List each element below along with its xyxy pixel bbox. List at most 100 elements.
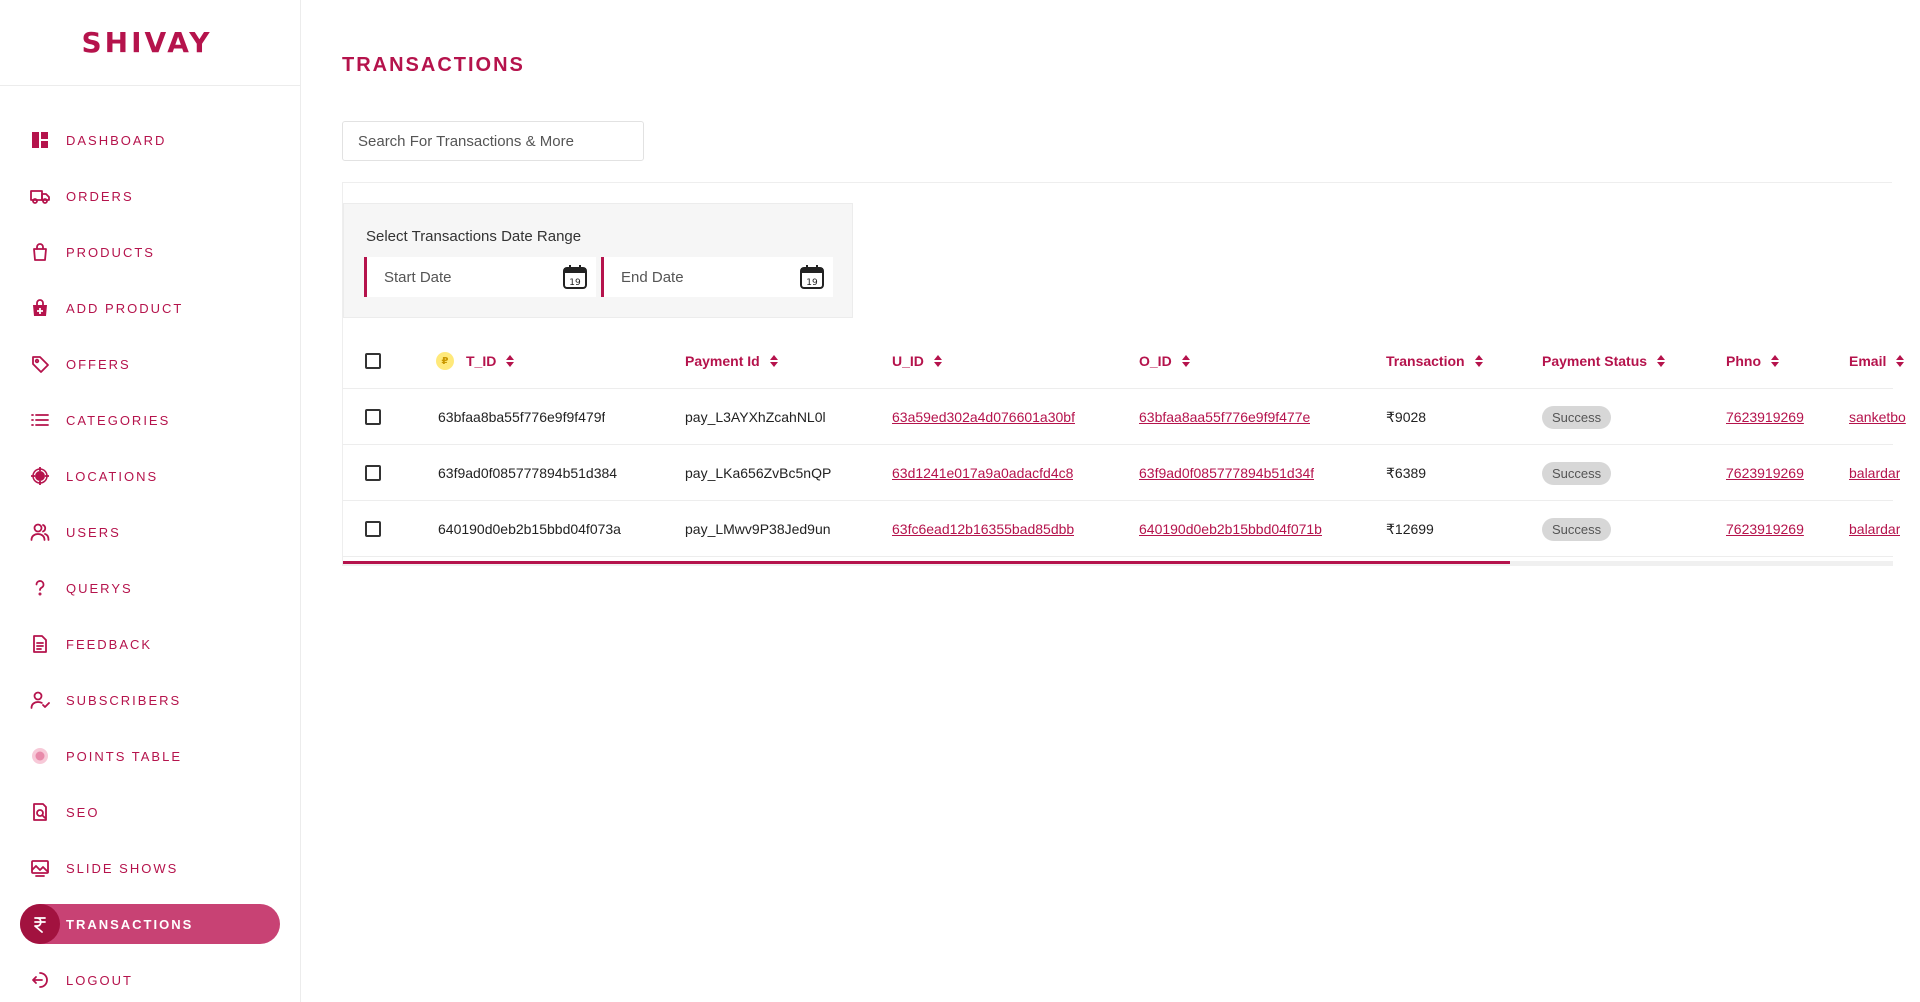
cell-amount: ₹9028 [1386, 389, 1426, 445]
o-id-link[interactable]: 63bfaa8aa55f776e9f9f477e [1139, 409, 1310, 425]
cell-payment-id: pay_LKa656ZvBc5nQP [685, 445, 831, 501]
status-badge: Success [1542, 461, 1612, 485]
email-link[interactable]: balardar [1849, 465, 1900, 481]
start-date-field[interactable]: Start Date 19 [364, 257, 596, 297]
row-checkbox[interactable] [365, 521, 381, 537]
sidebar-item-label: ADD PRODUCT [66, 300, 184, 316]
o-id-link[interactable]: 63f9ad0f085777894b51d34f [1139, 465, 1314, 481]
email-link[interactable]: sanketbo [1849, 409, 1906, 425]
sidebar-item-label: SLIDE SHOWS [66, 860, 179, 876]
column-header-label: Payment Id [685, 353, 760, 369]
sidebar-item-label: QUERYS [66, 580, 133, 596]
cell-phno: 7623919269 [1726, 501, 1804, 557]
sidebar-item-slide-shows[interactable]: SLIDE SHOWS [20, 848, 280, 888]
column-header-t-id[interactable]: ₽ T_ID [436, 333, 515, 389]
sort-icon[interactable] [933, 355, 942, 367]
shopping-bag-icon [20, 232, 60, 272]
cell-phno: 7623919269 [1726, 445, 1804, 501]
column-header-u-id[interactable]: U_ID [892, 333, 942, 389]
phno-link[interactable]: 7623919269 [1726, 465, 1804, 481]
sidebar-item-label: POINTS TABLE [66, 748, 182, 764]
column-header-payment-status[interactable]: Payment Status [1542, 333, 1666, 389]
amount-text: ₹9028 [1386, 408, 1427, 425]
column-header-email[interactable]: Email [1849, 333, 1905, 389]
u-id-link[interactable]: 63d1241e017a9a0adacfd4c8 [892, 465, 1073, 481]
search-input[interactable] [342, 121, 644, 161]
row-checkbox[interactable] [365, 465, 381, 481]
sort-icon[interactable] [1657, 355, 1666, 367]
column-header-o-id[interactable]: O_ID [1139, 333, 1190, 389]
email-link[interactable]: balardar [1849, 521, 1900, 537]
end-date-placeholder: End Date [621, 268, 684, 286]
select-all-checkbox[interactable] [365, 353, 381, 369]
sidebar-item-users[interactable]: USERS [20, 512, 280, 552]
sidebar-item-transactions[interactable]: TRANSACTIONS [20, 904, 280, 944]
column-header-label: T_ID [466, 353, 497, 369]
row-checkbox[interactable] [365, 409, 381, 425]
cell-payment-id: pay_L3AYXhZcahNL0l [685, 389, 826, 445]
phno-link[interactable]: 7623919269 [1726, 409, 1804, 425]
status-badge: Success [1542, 405, 1612, 429]
horizontal-scrollbar[interactable] [343, 561, 1893, 566]
app-root: SHIVAY DASHBOARD ORDERS PRODUCTS ADD PRODUC… [0, 0, 1920, 1002]
sidebar-item-points-table[interactable]: POINTS TABLE [20, 736, 280, 776]
sort-icon[interactable] [1181, 355, 1190, 367]
brand-logo[interactable]: SHIVAY [81, 26, 212, 59]
calendar-day-text: 19 [569, 278, 581, 288]
sidebar-item-querys[interactable]: QUERYS [20, 568, 280, 608]
cell-t-id: 640190d0eb2b15bbd04f073a [438, 501, 621, 557]
sort-icon[interactable] [1771, 355, 1779, 367]
u-id-link[interactable]: 63a59ed302a4d076601a30bf [892, 409, 1075, 425]
sort-icon[interactable] [1896, 355, 1905, 367]
sidebar-item-add-product[interactable]: ADD PRODUCT [20, 288, 280, 328]
page-title: TRANSACTIONS [342, 54, 525, 76]
table-header-row: ₽ T_ID Payment Id U_ID O_ID Transaction Paymen… [343, 333, 1905, 389]
sort-icon[interactable] [769, 355, 778, 367]
sidebar-item-products[interactable]: PRODUCTS [20, 232, 280, 272]
column-header-phno[interactable]: Phno [1726, 333, 1779, 389]
sidebar-item-label: CATEGORIES [66, 412, 171, 428]
sidebar-item-locations[interactable]: LOCATIONS [20, 456, 280, 496]
column-header-label: Phno [1726, 353, 1761, 369]
sidebar-item-categories[interactable]: CATEGORIES [20, 400, 280, 440]
end-date-field[interactable]: End Date 19 [601, 257, 833, 297]
coin-icon: ₽ [436, 352, 454, 370]
column-header-label: Email [1849, 353, 1887, 369]
cell-email: balardar [1849, 445, 1900, 501]
cell-u-id: 63a59ed302a4d076601a30bf [892, 389, 1075, 445]
cell-o-id: 63f9ad0f085777894b51d34f [1139, 445, 1314, 501]
sidebar-item-dashboard[interactable]: DASHBOARD [20, 120, 280, 160]
scrollbar-thumb[interactable] [343, 561, 1510, 564]
logout-icon [20, 960, 60, 1000]
seo-search-doc-icon [20, 792, 60, 832]
calendar-icon[interactable]: 19 [799, 264, 825, 290]
cell-status: Success [1542, 445, 1612, 501]
sidebar-item-logout[interactable]: LOGOUT [20, 960, 280, 1000]
cell-status: Success [1542, 389, 1612, 445]
cell-o-id: 640190d0eb2b15bbd04f071b [1139, 501, 1322, 557]
add-bag-icon [20, 288, 60, 328]
cell-amount: ₹6389 [1386, 445, 1426, 501]
sidebar-item-label: OFFERS [66, 356, 131, 372]
sidebar-item-orders[interactable]: ORDERS [20, 176, 280, 216]
dashboard-icon [20, 120, 60, 160]
status-badge: Success [1542, 517, 1612, 541]
cell-payment-id: pay_LMwv9P38Jed9un [685, 501, 831, 557]
column-header-transaction[interactable]: Transaction [1386, 333, 1483, 389]
calendar-icon[interactable]: 19 [562, 264, 588, 290]
sort-icon[interactable] [1474, 355, 1483, 367]
sidebar-item-feedback[interactable]: FEEDBACK [20, 624, 280, 664]
sidebar-item-seo[interactable]: SEO [20, 792, 280, 832]
sort-icon[interactable] [506, 355, 515, 367]
column-header-payment-id[interactable]: Payment Id [685, 333, 778, 389]
sidebar-item-subscribers[interactable]: SUBSCRIBERS [20, 680, 280, 720]
payment-id-text: pay_L3AYXhZcahNL0l [685, 409, 826, 425]
o-id-link[interactable]: 640190d0eb2b15bbd04f071b [1139, 521, 1322, 537]
u-id-link[interactable]: 63fc6ead12b16355bad85dbb [892, 521, 1074, 537]
sidebar-item-offers[interactable]: OFFERS [20, 344, 280, 384]
sidebar-item-label: FEEDBACK [66, 636, 153, 652]
cell-t-id: 63f9ad0f085777894b51d384 [438, 445, 617, 501]
phno-link[interactable]: 7623919269 [1726, 521, 1804, 537]
table-row: 640190d0eb2b15bbd04f073a pay_LMwv9P38Jed9… [343, 501, 1900, 557]
column-header-label: Transaction [1386, 353, 1465, 369]
